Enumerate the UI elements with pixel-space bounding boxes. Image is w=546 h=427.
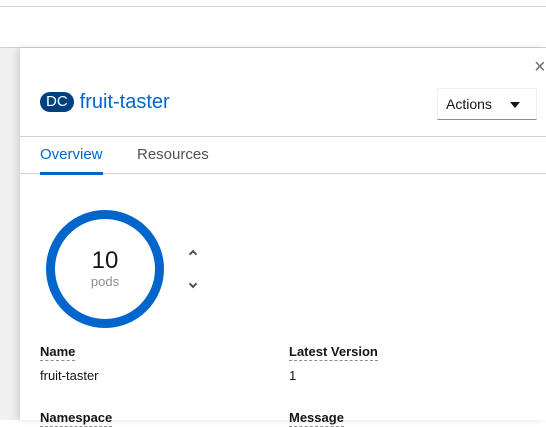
actions-label: Actions: [446, 96, 492, 112]
message-label: Message: [289, 410, 344, 427]
chevron-up-icon: [188, 249, 198, 258]
close-icon[interactable]: ×: [534, 57, 546, 77]
name-value: fruit-taster: [40, 368, 99, 383]
scale-up-button[interactable]: [186, 245, 200, 259]
side-panel: × DC fruit-taster Actions Overview Resou…: [20, 48, 546, 427]
tab-bar: Overview Resources: [20, 136, 546, 175]
resource-name-link[interactable]: fruit-taster: [80, 90, 170, 114]
caret-down-icon: [510, 102, 520, 108]
chevron-down-icon: [188, 279, 198, 288]
page-background: [0, 48, 20, 420]
deployment-config-badge: DC: [40, 92, 74, 112]
namespace-label: Namespace: [40, 410, 113, 427]
pod-count: 10: [91, 247, 119, 274]
tab-overview[interactable]: Overview: [40, 137, 103, 175]
tab-resources[interactable]: Resources: [137, 137, 209, 174]
panel-title: DC fruit-taster: [40, 90, 170, 114]
actions-dropdown[interactable]: Actions: [437, 88, 537, 120]
name-label: Name: [40, 344, 76, 361]
latest-version-label: Latest Version: [289, 344, 378, 361]
scale-down-button[interactable]: [186, 278, 200, 292]
page-toolbar: [0, 7, 546, 48]
latest-version-value: 1: [289, 368, 297, 383]
pod-unit-label: pods: [90, 274, 120, 289]
top-background-strip: [0, 0, 546, 7]
pod-ring: 10 pods: [46, 210, 164, 328]
